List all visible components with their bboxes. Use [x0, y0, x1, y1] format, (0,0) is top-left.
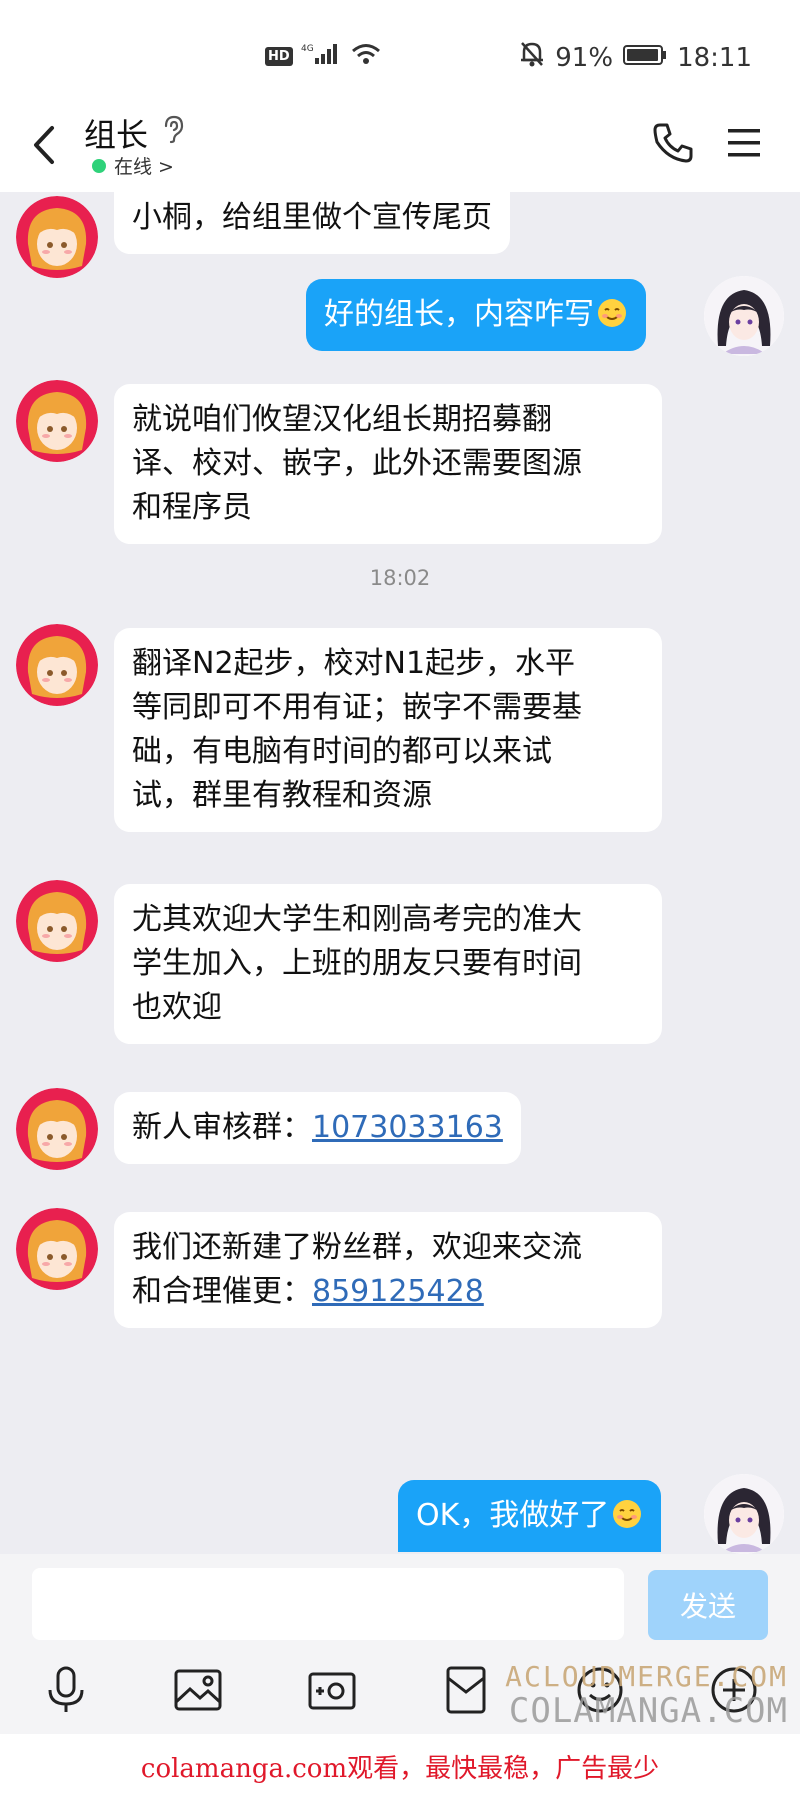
battery-percent: 91%: [555, 42, 614, 73]
footer-banner: colamanga.com观看，最快最稳，广告最少: [0, 1734, 800, 1811]
message-timestamp: 18:02: [369, 566, 431, 590]
message-bubble-outgoing[interactable]: OK，我做好了: [398, 1480, 662, 1552]
red-packet-icon[interactable]: [438, 1662, 494, 1718]
group-number-link[interactable]: 859125428: [312, 1274, 484, 1309]
message-input[interactable]: [32, 1568, 624, 1640]
message-line: 译、校对、嵌字，此外还需要图源: [132, 446, 582, 481]
message-line: 尤其欢迎大学生和刚高考完的准大: [132, 902, 582, 937]
message-text: OK，我做好了: [416, 1498, 610, 1533]
message-bubble-incoming[interactable]: 翻译N2起步，校对N1起步，水平 等同即可不用有证；嵌字不需要基 础，有电脑有时…: [114, 628, 662, 832]
message-line: 学生加入，上班的朋友只要有时间: [132, 946, 582, 981]
message-line: 础，有电脑有时间的都可以来试: [132, 734, 552, 769]
online-dot-icon: [92, 158, 106, 173]
watermark-line-1: ACLOUDMERGE.COM: [505, 1660, 788, 1693]
mute-bell-icon: [519, 40, 545, 75]
message-line: 等同即可不用有证；嵌字不需要基: [132, 690, 582, 725]
message-text: 新人审核群：: [132, 1110, 312, 1145]
ear-icon: [160, 114, 186, 144]
contact-name[interactable]: 组长: [84, 110, 148, 156]
send-button[interactable]: 发送: [648, 1570, 768, 1640]
photo-icon[interactable]: [170, 1662, 226, 1718]
contact-avatar[interactable]: [16, 1088, 98, 1170]
back-arrow-icon[interactable]: [28, 122, 62, 168]
contact-avatar[interactable]: [16, 624, 98, 706]
smile-emoji-icon: [596, 297, 628, 329]
message-text: 好的组长，内容咋写: [324, 297, 594, 332]
menu-icon[interactable]: [726, 126, 762, 160]
message-bubble-incoming[interactable]: 尤其欢迎大学生和刚高考完的准大 学生加入，上班的朋友只要有时间 也欢迎: [114, 884, 662, 1044]
message-line: 翻译N2起步，校对N1起步，水平: [132, 646, 576, 681]
status-left: HD 4G: [265, 42, 381, 70]
message-line: 也欢迎: [132, 990, 222, 1025]
message-bubble-outgoing[interactable]: 好的组长，内容咋写: [306, 279, 646, 351]
message-bubble-incoming[interactable]: 小桐，给组里做个宣传尾页: [114, 192, 510, 254]
input-bar: 发送: [0, 1554, 800, 1654]
message-line: 试，群里有教程和资源: [132, 778, 432, 813]
message-bubble-incoming[interactable]: 我们还新建了粉丝群，欢迎来交流 和合理催更：859125428: [114, 1212, 662, 1328]
phone-call-icon[interactable]: [650, 120, 696, 166]
my-avatar[interactable]: [704, 1474, 784, 1554]
message-text: 小桐，给组里做个宣传尾页: [132, 200, 492, 235]
chat-header: 组长 在线 >: [0, 100, 800, 192]
smile-emoji-icon: [611, 1498, 643, 1530]
online-status-label: 在线 >: [114, 156, 174, 178]
group-number-link[interactable]: 1073033163: [312, 1110, 503, 1145]
battery-icon: [623, 43, 667, 73]
chat-screen: HD 4G 91% 18:11 组长 在线 > 小桐，给组里做个宣传尾页 好的组…: [0, 0, 800, 1811]
wifi-icon: [351, 42, 381, 70]
message-text: 和合理催更：: [132, 1274, 312, 1309]
message-line: 就说咱们攸望汉化组长期招募翻: [132, 402, 552, 437]
camera-icon[interactable]: [304, 1662, 360, 1718]
my-avatar[interactable]: [704, 276, 784, 356]
message-bubble-incoming[interactable]: 新人审核群：1073033163: [114, 1092, 521, 1164]
contact-avatar[interactable]: [16, 196, 98, 278]
footer-ad-text: colamanga.com观看，最快最稳，广告最少: [140, 1754, 660, 1784]
contact-avatar[interactable]: [16, 1208, 98, 1290]
message-list[interactable]: 小桐，给组里做个宣传尾页 好的组长，内容咋写 就说咱们攸望汉化组长期招募翻 译、…: [0, 192, 800, 1554]
watermark-line-2: COLAMANGA.COM: [508, 1691, 788, 1731]
clock: 18:11: [677, 42, 752, 73]
network-label: 4G: [301, 44, 314, 54]
signal-icon: 4G: [301, 42, 343, 70]
online-status[interactable]: 在线 >: [92, 152, 174, 179]
status-bar: HD 4G 91% 18:11: [0, 0, 800, 100]
message-line: 和合理催更：859125428: [132, 1270, 644, 1314]
contact-avatar[interactable]: [16, 380, 98, 462]
message-line: 和程序员: [132, 490, 252, 525]
message-bubble-incoming[interactable]: 就说咱们攸望汉化组长期招募翻 译、校对、嵌字，此外还需要图源 和程序员: [114, 384, 662, 544]
status-right: 91% 18:11: [519, 40, 752, 75]
message-line: 我们还新建了粉丝群，欢迎来交流: [132, 1230, 582, 1265]
microphone-icon[interactable]: [38, 1662, 94, 1718]
contact-avatar[interactable]: [16, 880, 98, 962]
watermark: ACLOUDMERGE.COM COLAMANGA.COM: [505, 1660, 788, 1728]
hd-badge: HD: [265, 46, 293, 66]
